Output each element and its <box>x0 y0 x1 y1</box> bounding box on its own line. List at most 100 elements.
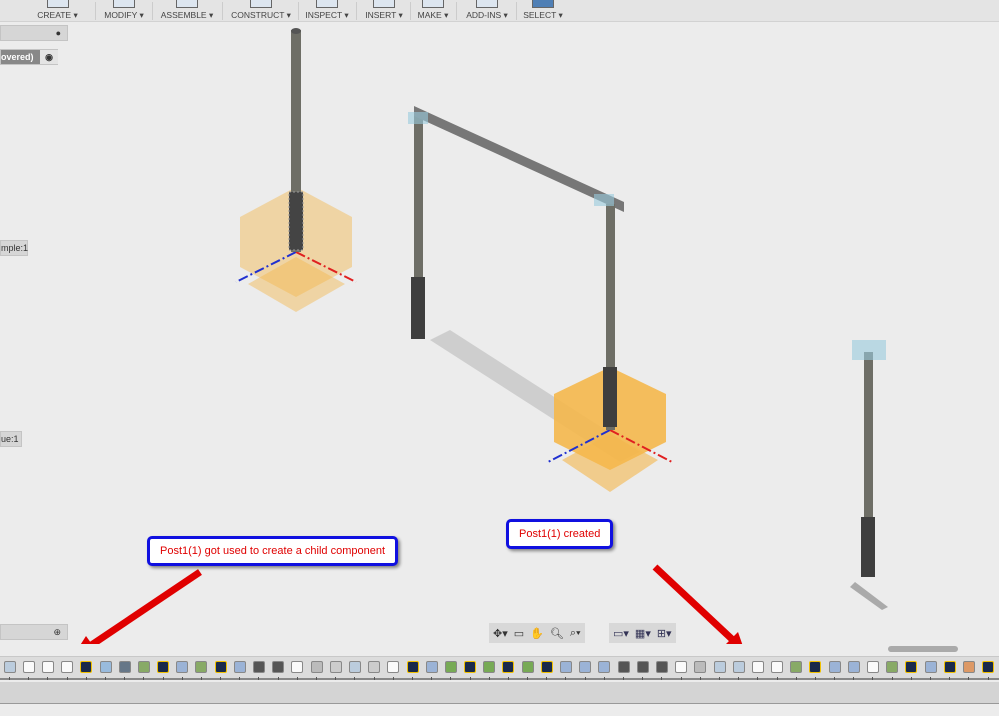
timeline-box-icon[interactable] <box>38 657 57 680</box>
timeline-extrude-icon[interactable] <box>844 657 863 680</box>
display-icon[interactable]: ▭▾ <box>613 627 629 640</box>
extrude-icon <box>828 661 841 673</box>
split-icon <box>137 661 150 673</box>
timeline-sketch-icon[interactable] <box>979 657 998 680</box>
sweep-icon <box>483 661 496 673</box>
modify-menu[interactable]: MODIFY ▾ <box>100 0 148 22</box>
component-label[interactable]: mple:1 <box>0 240 28 256</box>
timeline-sketch-icon[interactable] <box>537 657 556 680</box>
add-icon[interactable]: ⊕ <box>53 625 61 639</box>
timeline-split-icon[interactable] <box>787 657 806 680</box>
sketch-icon <box>943 661 956 673</box>
orbit-icon[interactable]: ✥▾ <box>493 627 508 640</box>
look-at-icon[interactable]: ▭ <box>514 627 524 640</box>
construct-menu[interactable]: CONSTRUCT ▾ <box>228 0 294 22</box>
timeline-extrude-icon[interactable] <box>230 657 249 680</box>
box-icon <box>387 661 400 673</box>
timeline-combine-icon[interactable] <box>729 657 748 680</box>
thread-icon <box>272 661 285 673</box>
timeline-sketch-icon[interactable] <box>154 657 173 680</box>
timeline-sketch-icon[interactable] <box>461 657 480 680</box>
make-menu[interactable]: MAKE ▾ <box>414 0 452 22</box>
frame-assembly[interactable] <box>408 106 673 492</box>
comments-panel[interactable]: ⊕ <box>0 624 68 640</box>
timeline-sweep-icon[interactable] <box>480 657 499 680</box>
timeline-sketch-icon[interactable] <box>902 657 921 680</box>
assemble-menu[interactable]: ASSEMBLE ▾ <box>156 0 218 22</box>
timeline-sweep-icon[interactable] <box>518 657 537 680</box>
timeline-sketch-icon[interactable] <box>403 657 422 680</box>
addins-menu[interactable]: ADD-INS ▾ <box>462 0 512 22</box>
viewports-icon[interactable]: ⊞▾ <box>657 627 672 640</box>
timeline-box-icon[interactable] <box>768 657 787 680</box>
create-menu[interactable]: CREATE ▾ <box>30 0 85 22</box>
box-icon <box>867 661 880 673</box>
timeline-sketch-icon[interactable] <box>211 657 230 680</box>
grid-icon[interactable]: ▦▾ <box>635 627 651 640</box>
post-right[interactable] <box>850 340 888 610</box>
box-icon <box>751 661 764 673</box>
3d-viewport[interactable]: ● overed) ◉ mple:1 ue:1 ⊕ Post1(1) got us… <box>0 22 999 658</box>
radio-icon[interactable]: ◉ <box>40 50 58 64</box>
timeline-shell-icon[interactable] <box>115 657 134 680</box>
timeline-box-icon[interactable] <box>58 657 77 680</box>
timeline-extrude-icon[interactable] <box>556 657 575 680</box>
timeline-extrude-icon[interactable] <box>825 657 844 680</box>
scrollbar[interactable] <box>888 646 958 652</box>
timeline-thread-icon[interactable] <box>269 657 288 680</box>
timeline-extrude-icon[interactable] <box>173 657 192 680</box>
component-label[interactable]: ue:1 <box>0 431 22 447</box>
timeline-box-icon[interactable] <box>19 657 38 680</box>
post-left[interactable] <box>235 28 357 312</box>
timeline-box-icon[interactable] <box>863 657 882 680</box>
timeline-split-icon[interactable] <box>192 657 211 680</box>
browser-root-item[interactable]: overed) ◉ <box>0 49 58 65</box>
joint-icon <box>368 661 381 673</box>
timeline-extrude-icon[interactable] <box>595 657 614 680</box>
timeline-sketch-icon[interactable] <box>806 657 825 680</box>
timeline-box-icon[interactable] <box>288 657 307 680</box>
label: MAKE ▾ <box>417 10 449 20</box>
extrude-icon <box>924 661 937 673</box>
timeline-thread-icon[interactable] <box>652 657 671 680</box>
timeline-extrude-icon[interactable] <box>576 657 595 680</box>
box-icon <box>41 661 54 673</box>
box-icon <box>22 661 35 673</box>
timeline-combine-icon[interactable] <box>710 657 729 680</box>
timeline-chamfer-icon[interactable] <box>307 657 326 680</box>
timeline-combine-icon[interactable] <box>0 657 19 680</box>
timeline-split-icon[interactable] <box>134 657 153 680</box>
timeline-sweep-icon[interactable] <box>441 657 460 680</box>
timeline-combine-icon[interactable] <box>345 657 364 680</box>
timeline-thread-icon[interactable] <box>249 657 268 680</box>
browser-header[interactable]: ● <box>0 25 68 41</box>
timeline-sketch-icon[interactable] <box>940 657 959 680</box>
sketch-icon <box>157 661 170 673</box>
combine-icon <box>3 661 16 673</box>
timeline-extrude-icon[interactable] <box>422 657 441 680</box>
timeline-box-icon[interactable] <box>384 657 403 680</box>
timeline-sketch-icon[interactable] <box>499 657 518 680</box>
extrude-icon <box>579 661 592 673</box>
timeline-thread-icon[interactable] <box>614 657 633 680</box>
timeline-hole-icon[interactable] <box>96 657 115 680</box>
timeline-split-icon[interactable] <box>883 657 902 680</box>
collapse-icon[interactable]: ● <box>56 26 61 40</box>
timeline-appearance-icon[interactable] <box>959 657 978 680</box>
insert-menu[interactable]: INSERT ▾ <box>362 0 406 22</box>
timeline-box-icon[interactable] <box>672 657 691 680</box>
timeline-box-icon[interactable] <box>748 657 767 680</box>
timeline-joint-icon[interactable] <box>326 657 345 680</box>
timeline-joint-icon[interactable] <box>365 657 384 680</box>
timeline-extrude-icon[interactable] <box>921 657 940 680</box>
label: SELECT ▾ <box>523 10 563 20</box>
select-menu[interactable]: SELECT ▾ <box>520 0 566 22</box>
inspect-menu[interactable]: INSPECT ▾ <box>302 0 352 22</box>
pan-icon[interactable]: ✋ <box>530 627 544 640</box>
zoom-icon[interactable]: 🔍︎ <box>550 627 564 640</box>
timeline-sketch-icon[interactable] <box>77 657 96 680</box>
sketch-icon <box>80 661 93 673</box>
timeline-thread-icon[interactable] <box>633 657 652 680</box>
fit-icon[interactable]: ⌕▾ <box>570 627 581 640</box>
timeline-chamfer-icon[interactable] <box>691 657 710 680</box>
